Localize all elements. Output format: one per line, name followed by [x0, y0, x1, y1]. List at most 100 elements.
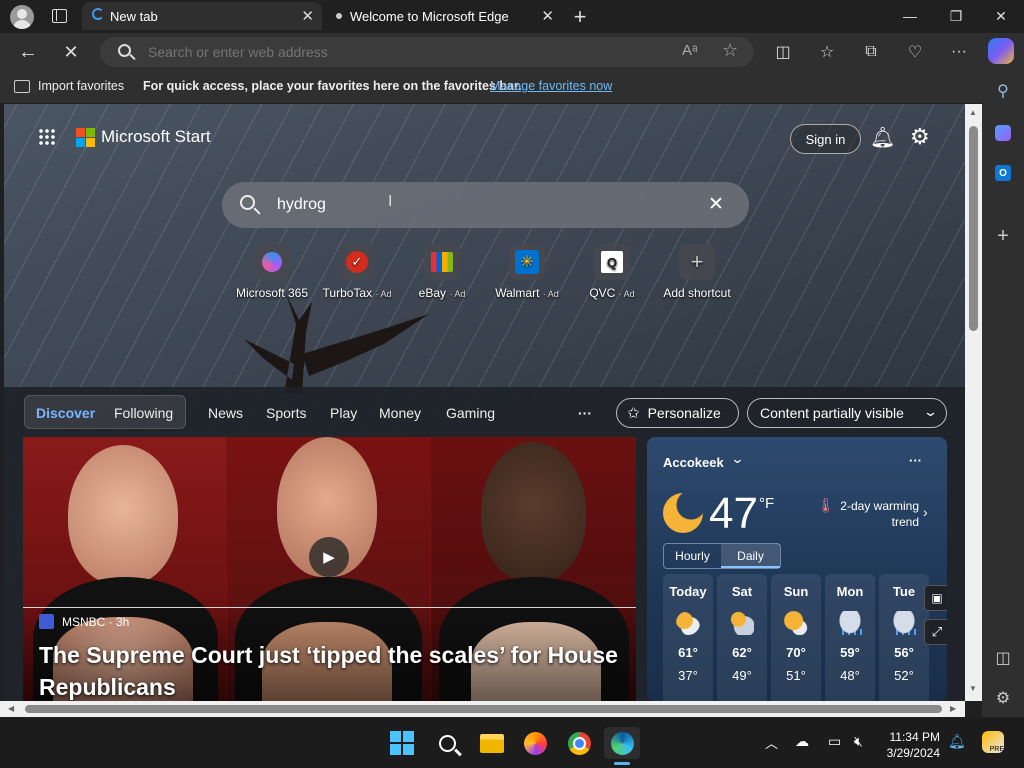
tab-title: Welcome to Microsoft Edge — [350, 8, 509, 24]
location-chevron-down-icon[interactable]: ⌄ — [730, 451, 744, 467]
add-shortcut-button[interactable]: + Add shortcut — [647, 244, 747, 300]
hide-sidebar-icon[interactable]: ◫ — [982, 643, 1024, 673]
clock[interactable]: 11:34 PM 3/29/2024 — [884, 729, 940, 761]
hero-article[interactable]: ▶ MSNBC · 3h The Supreme Court just ‘tip… — [23, 437, 636, 701]
search-icon[interactable]: ⚲ — [982, 76, 1024, 106]
browser-essentials-icon[interactable]: ♡ — [900, 37, 930, 67]
weather-trend[interactable]: 2-day warming trend — [833, 498, 919, 530]
forecast-day[interactable]: Mon 59° 48° — [825, 574, 875, 701]
forecast-day[interactable]: Tue 56° 52° — [879, 574, 929, 701]
outlook-icon[interactable]: O — [982, 158, 1024, 188]
windows-start-icon[interactable] — [384, 727, 420, 759]
back-button[interactable]: ← — [13, 37, 43, 67]
collections-icon[interactable]: ⧉ — [856, 37, 886, 67]
scroll-left-icon[interactable]: ◀ — [8, 704, 14, 713]
turbotax-icon: ✓ — [339, 244, 375, 280]
more-nav-button[interactable]: ··· — [578, 405, 592, 421]
notification-bell-icon[interactable]: 🔔︎ — [948, 733, 966, 750]
restore-button[interactable]: ❐ — [933, 0, 979, 32]
copilot-sidebar-icon[interactable] — [982, 118, 1024, 148]
new-tab-button[interactable]: + — [570, 4, 590, 30]
content-visibility-dropdown[interactable]: Content partially visible ⌄ — [747, 398, 947, 428]
notifications-bell-icon[interactable]: 🔔︎ — [870, 125, 895, 150]
tab-welcome[interactable]: Welcome to Microsoft Edge ✕ — [322, 2, 562, 30]
sign-in-button[interactable]: Sign in — [790, 124, 861, 154]
volume-muted-icon[interactable]: 🔇︎ — [854, 733, 863, 750]
onedrive-offline-icon[interactable]: ☁ — [795, 733, 809, 750]
close-window-button[interactable]: ✕ — [978, 0, 1024, 32]
tab-new-tab[interactable]: New tab ✕ — [82, 2, 322, 30]
scroll-right-icon[interactable]: ▶ — [950, 704, 956, 713]
profile-icon[interactable] — [10, 5, 34, 29]
forecast-day[interactable]: Today 61° 37° — [663, 574, 713, 701]
nav-news[interactable]: News — [208, 405, 243, 421]
scroll-up-icon[interactable]: ▲ — [969, 108, 977, 117]
manage-favorites-link[interactable]: Manage favorites now — [490, 79, 612, 93]
search-query-text[interactable]: hydrog — [277, 196, 326, 214]
weather-more-button[interactable]: ··· — [909, 453, 922, 468]
background-image-button[interactable]: ▣ — [924, 585, 947, 611]
horizontal-scrollbar-thumb[interactable] — [25, 705, 942, 713]
show-hidden-icons-chevron-up-icon[interactable]: ︿ — [765, 733, 778, 752]
nav-sports[interactable]: Sports — [266, 405, 306, 421]
forecast-day[interactable]: Sat 62° 49° — [717, 574, 767, 701]
add-sidebar-app-icon[interactable]: + — [982, 221, 1024, 251]
clear-search-icon[interactable]: ✕ — [708, 193, 724, 216]
copilot-icon[interactable] — [988, 38, 1014, 64]
vertical-scrollbar[interactable]: ▲ ▼ — [965, 104, 982, 701]
edge-taskbar-icon[interactable] — [604, 727, 640, 759]
firefox-icon[interactable] — [517, 727, 553, 759]
personalize-icon: ✩ — [627, 405, 640, 422]
read-aloud-icon[interactable]: Aᵃ — [682, 42, 698, 59]
favorites-bar-message: For quick access, place your favorites h… — [143, 79, 522, 93]
nav-gaming[interactable]: Gaming — [446, 405, 495, 421]
weather-card[interactable]: Accokeek ⌄ ··· 47 °F 🌡︎ 2-day warming tr… — [647, 437, 947, 701]
chrome-icon[interactable] — [561, 727, 597, 759]
article-headline[interactable]: The Supreme Court just ‘tipped the scale… — [39, 639, 634, 701]
favorites-icon[interactable]: ☆ — [812, 37, 842, 67]
tab-following[interactable]: Following — [114, 405, 173, 421]
stop-loading-button[interactable]: ✕ — [56, 37, 86, 67]
chevron-right-icon[interactable]: › — [923, 504, 928, 520]
address-input[interactable] — [148, 43, 648, 61]
rain-icon — [838, 611, 862, 635]
play-video-button[interactable]: ▶ — [309, 537, 349, 577]
close-tab-icon[interactable]: ✕ — [301, 7, 314, 25]
article-source: MSNBC · 3h — [39, 614, 129, 629]
address-bar[interactable]: Aᵃ ☆ — [100, 37, 754, 67]
qvc-icon: Q — [594, 244, 630, 280]
scrollbar-thumb[interactable] — [969, 126, 978, 331]
network-icon[interactable]: ▭ — [828, 733, 841, 750]
windows-taskbar: ︿ ☁ ▭ 🔇︎ 11:34 PM 3/29/2024 🔔︎ PRE — [0, 718, 1024, 768]
weather-location[interactable]: Accokeek — [663, 455, 724, 470]
clock-time: 11:34 PM — [889, 730, 940, 744]
tab-actions-icon[interactable] — [52, 9, 67, 23]
apps-launcher-icon[interactable] — [38, 128, 56, 146]
sidebar-settings-icon[interactable]: ⚙ — [982, 683, 1024, 713]
tab-hourly[interactable]: Hourly — [664, 549, 721, 563]
horizontal-scrollbar[interactable]: ◀ ▶ — [0, 701, 965, 717]
page-settings-gear-icon[interactable]: ⚙ — [910, 124, 930, 150]
microsoft-start-logo[interactable]: Microsoft Start — [76, 127, 211, 147]
personalize-button[interactable]: ✩ Personalize — [616, 398, 739, 428]
text-cursor-icon: I — [388, 193, 393, 210]
nav-money[interactable]: Money — [379, 405, 421, 421]
web-search-box[interactable]: hydrog I ✕ — [222, 182, 749, 228]
tab-discover[interactable]: Discover — [36, 405, 95, 421]
minimize-button[interactable]: — — [887, 0, 933, 32]
nav-play[interactable]: Play — [330, 405, 357, 421]
expand-icon[interactable]: ⤢ — [924, 619, 947, 645]
tab-daily[interactable]: Daily — [721, 544, 780, 568]
forecast-day[interactable]: Sun 70° 51° — [771, 574, 821, 701]
temperature-unit[interactable]: °F — [759, 495, 774, 512]
weather-view-tabs: Hourly Daily — [663, 543, 781, 569]
taskbar-search-icon[interactable] — [429, 727, 465, 759]
favorite-star-icon[interactable]: ☆ — [722, 40, 738, 61]
more-menu-icon[interactable]: ··· — [944, 37, 974, 67]
copilot-pre-icon[interactable]: PRE — [982, 731, 1004, 753]
scroll-down-icon[interactable]: ▼ — [969, 684, 977, 693]
file-explorer-icon[interactable] — [474, 727, 510, 759]
close-tab-icon[interactable]: ✕ — [541, 7, 554, 25]
split-screen-icon[interactable]: ◫ — [768, 37, 798, 67]
import-favorites-button[interactable]: Import favorites — [38, 79, 124, 93]
